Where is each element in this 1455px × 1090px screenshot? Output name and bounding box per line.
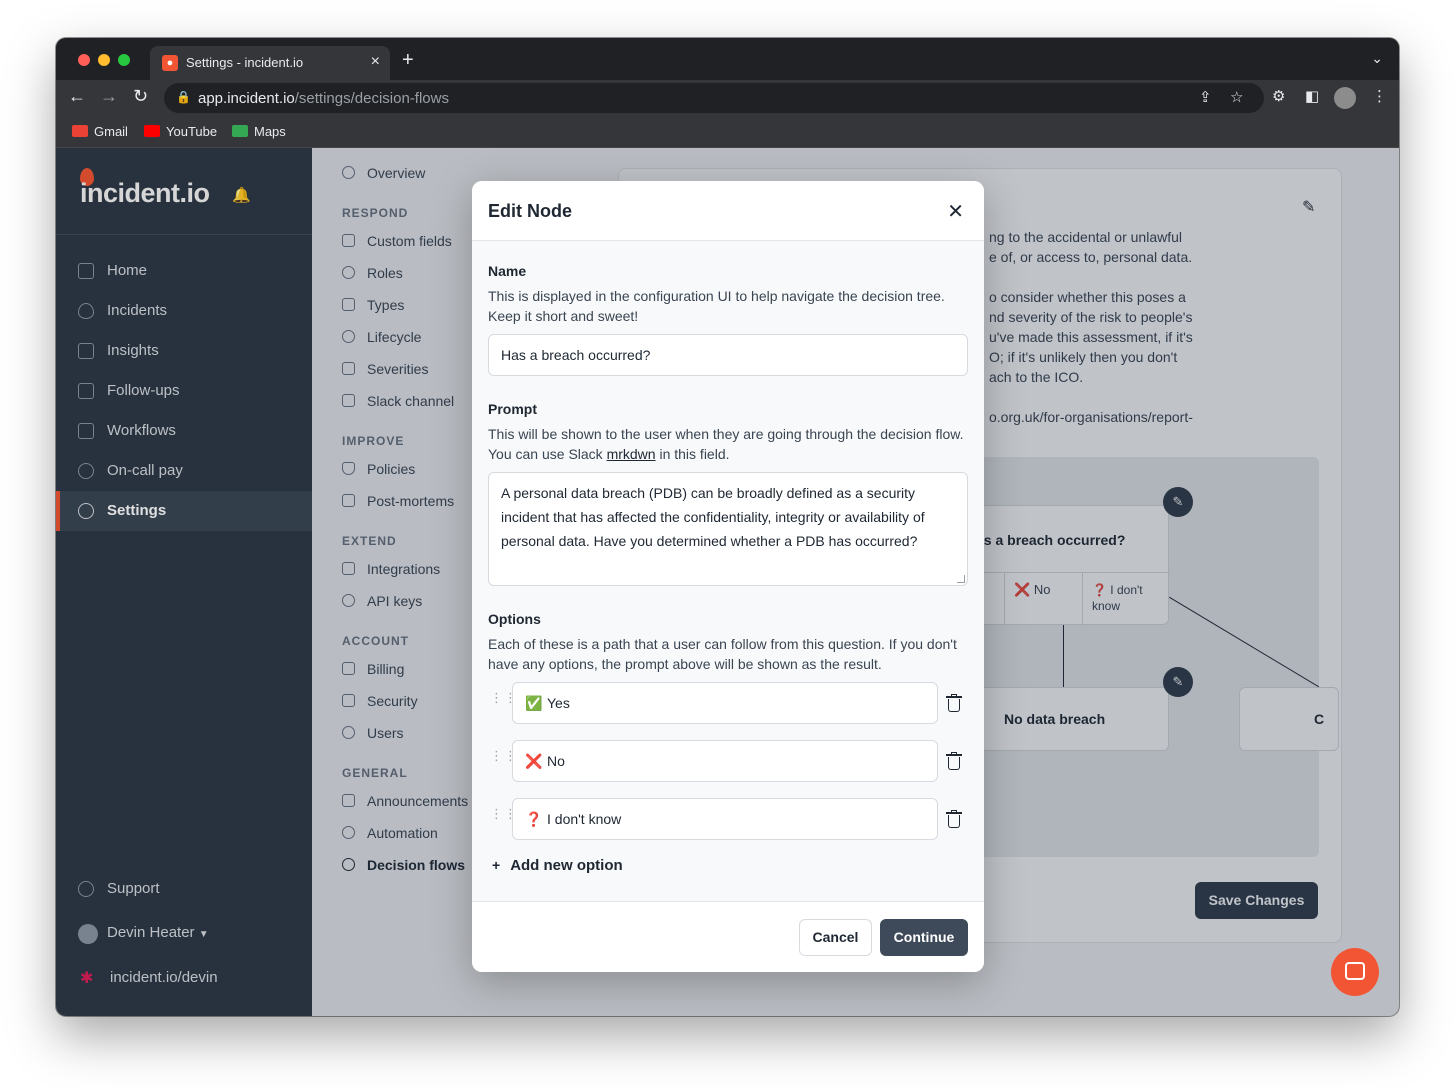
profile-avatar[interactable] (1334, 87, 1356, 109)
forward-icon[interactable]: → (100, 86, 118, 107)
new-tab-icon[interactable]: + (402, 49, 414, 72)
reload-icon[interactable]: ↻ (133, 86, 148, 107)
tab-search-chevron-icon[interactable]: ⌄ (1371, 50, 1383, 67)
name-label: Name (488, 263, 527, 279)
cancel-button[interactable]: Cancel (799, 919, 872, 956)
continue-button[interactable]: Continue (880, 919, 968, 956)
plus-icon: + (492, 857, 501, 873)
option-label: Yes (547, 695, 570, 711)
check-icon: ✅ (525, 695, 543, 711)
bookmarks-bar: Gmail YouTube Maps (56, 116, 1399, 148)
question-icon: ❓ (525, 811, 543, 827)
minimize-window-button[interactable] (98, 54, 110, 66)
prompt-textarea[interactable]: A personal data breach (PDB) can be broa… (488, 472, 968, 586)
bookmark-gmail[interactable]: Gmail (72, 124, 128, 139)
url-text: app.incident.io/settings/decision-flows (198, 90, 449, 107)
lock-icon[interactable]: 🔒 (176, 90, 191, 104)
tab-title: Settings - incident.io (186, 55, 304, 70)
bookmark-maps[interactable]: Maps (232, 124, 286, 139)
close-icon[interactable]: ✕ (947, 199, 964, 224)
drag-handle-icon[interactable]: ⋮⋮ (490, 807, 517, 826)
extensions-icon[interactable]: ⚙ (1272, 87, 1285, 105)
tab-strip: ● Settings - incident.io × + ⌄ (56, 38, 1399, 80)
maps-icon (232, 125, 248, 137)
favicon-icon: ● (162, 55, 178, 71)
share-icon[interactable]: ⇪ (1199, 88, 1212, 106)
chrome-menu-icon[interactable]: ⋮ (1372, 87, 1387, 105)
prompt-value: A personal data breach (PDB) can be broa… (501, 485, 925, 549)
bookmark-label: Maps (254, 124, 286, 139)
edit-node-modal: Edit Node ✕ Name This is displayed in th… (472, 181, 984, 972)
browser-toolbar: ← → ↻ 🔒 app.incident.io/settings/decisio… (56, 80, 1399, 116)
back-icon[interactable]: ← (68, 86, 86, 107)
mrkdwn-link[interactable]: mrkdwn (607, 446, 656, 462)
trash-lid (946, 812, 962, 814)
add-option-label: Add new option (510, 857, 623, 874)
sidebar-dim-overlay (56, 148, 312, 1016)
options-label: Options (488, 611, 541, 627)
option-label: I don't know (547, 811, 622, 827)
gmail-icon (72, 125, 88, 137)
trash-body (948, 757, 960, 770)
bookmark-label: Gmail (94, 124, 128, 139)
bookmark-label: YouTube (166, 124, 218, 139)
option-input-dont-know[interactable]: ❓ I don't know (512, 798, 938, 840)
trash-body (948, 699, 960, 712)
side-panel-icon[interactable]: ◧ (1305, 87, 1319, 105)
resize-handle-icon[interactable] (957, 575, 965, 583)
youtube-icon (144, 125, 160, 137)
browser-window: ● Settings - incident.io × + ⌄ ← → ↻ 🔒 a… (56, 38, 1399, 1016)
x-icon: ❌ (525, 753, 543, 769)
trash-body (948, 815, 960, 828)
prompt-label: Prompt (488, 401, 537, 417)
option-input-yes[interactable]: ✅ Yes (512, 682, 938, 724)
bookmark-youtube[interactable]: YouTube (144, 124, 217, 139)
drag-handle-icon[interactable]: ⋮⋮ (490, 691, 517, 710)
url-host: app.incident.io (198, 90, 295, 107)
bookmark-star-icon[interactable]: ☆ (1230, 88, 1243, 106)
name-input[interactable]: Has a breach occurred? (488, 334, 968, 376)
add-new-option-button[interactable]: + Add new option (492, 857, 623, 874)
page-content: incident.io 🔔 Home Incidents Insights Fo… (56, 148, 1399, 1016)
chat-icon (1345, 962, 1365, 980)
name-help: This is displayed in the configuration U… (488, 288, 945, 324)
sidebar: incident.io 🔔 Home Incidents Insights Fo… (56, 148, 312, 1016)
browser-tab[interactable]: ● Settings - incident.io × (150, 46, 390, 80)
trash-lid (946, 754, 962, 756)
prompt-help-text: in this field. (655, 446, 730, 462)
address-bar[interactable]: 🔒 app.incident.io/settings/decision-flow… (164, 83, 1264, 113)
close-window-button[interactable] (78, 54, 90, 66)
drag-handle-icon[interactable]: ⋮⋮ (490, 749, 517, 768)
delete-option-icon[interactable] (946, 694, 962, 712)
url-path: /settings/decision-flows (294, 90, 449, 107)
option-label: No (547, 753, 565, 769)
options-help: Each of these is a path that a user can … (488, 636, 957, 672)
maximize-window-button[interactable] (118, 54, 130, 66)
tab-close-icon[interactable]: × (371, 53, 380, 71)
delete-option-icon[interactable] (946, 752, 962, 770)
modal-title: Edit Node (488, 201, 572, 221)
prompt-help: This will be shown to the user when they… (488, 424, 968, 464)
delete-option-icon[interactable] (946, 810, 962, 828)
trash-lid (946, 696, 962, 698)
modal-footer: Cancel Continue (472, 901, 984, 972)
intercom-chat-button[interactable] (1331, 948, 1379, 996)
option-input-no[interactable]: ❌ No (512, 740, 938, 782)
modal-header: Edit Node ✕ (472, 181, 984, 241)
